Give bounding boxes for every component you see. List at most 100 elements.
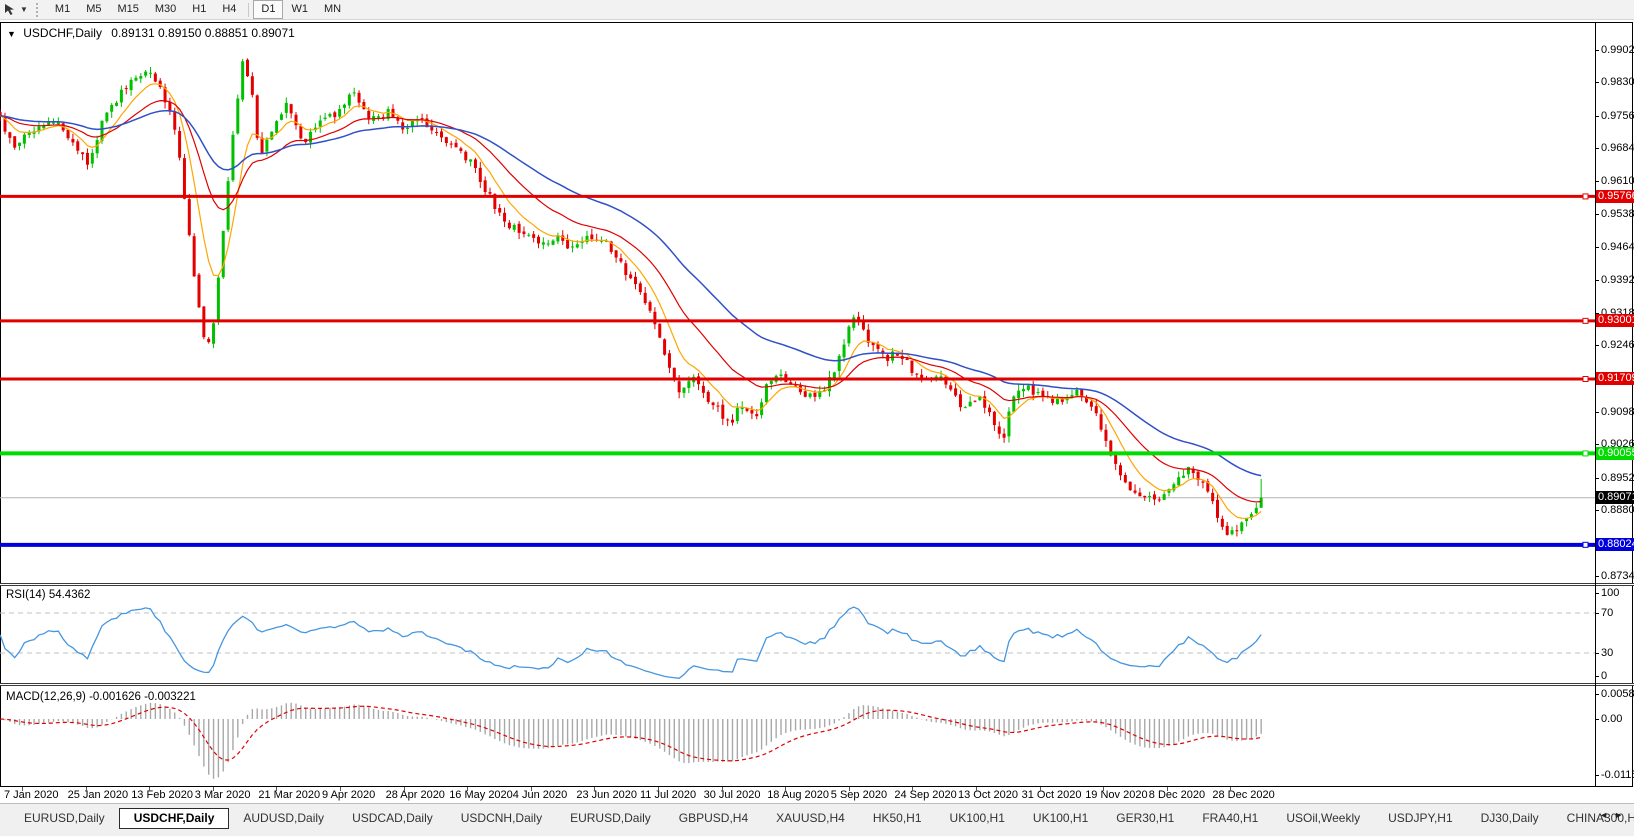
date-axis-tick [658,787,659,791]
resistance-hline-handle[interactable] [1582,317,1589,324]
chart-tab-bar: EURUSD,Daily USDCHF,Daily AUDUSD,Daily USDC… [0,803,1634,836]
date-axis-tick [1166,787,1168,791]
tab-eurusd-daily[interactable]: EURUSD,Daily [556,808,665,828]
caret-down-icon[interactable]: ▼ [20,5,28,14]
tab-usdcnh-daily[interactable]: USDCNH,Daily [447,808,556,828]
timeframe-button-h4[interactable]: H4 [214,0,244,19]
date-axis-tick [403,787,405,791]
resistance-hline-handle[interactable] [1582,375,1589,382]
support-hline-label: 0.88024 [1596,538,1634,552]
date-axis-tick [785,787,787,791]
macd-axis-tick: -0.01151 [1595,769,1634,781]
timeframe-button-m15[interactable]: M15 [109,0,146,19]
tab-usoil-weekly[interactable]: USOil,Weekly [1272,808,1374,828]
rsi-axis-tick: 0 [1595,670,1607,682]
price-axis-border [1595,22,1596,786]
price-axis-tick: 0.99020 [1595,44,1634,56]
tab-uk100-h1[interactable]: UK100,H1 [1019,808,1102,828]
tab-eurusd-daily[interactable]: EURUSD,Daily [10,808,119,828]
current-price-label: 0.89071 [1596,491,1634,505]
date-axis-label: 11 Jul 2020 [640,789,697,801]
chart-title: ▼ USDCHF,Daily 0.89131 0.89150 0.88851 0… [7,26,295,40]
timeframe-button-m1[interactable]: M1 [47,0,78,19]
date-axis-label: 30 Jul 2020 [703,789,761,801]
macd-histogram [0,702,1262,779]
price-pane-canvas[interactable] [0,22,1595,583]
price-axis-tick: 0.96100 [1595,175,1634,187]
timeframe-button-mn[interactable]: MN [316,0,349,19]
tab-usdchf-daily[interactable]: USDCHF,Daily [118,808,230,829]
price-axis-tick: 0.96840 [1595,142,1634,154]
timeframe-button-m30[interactable]: M30 [147,0,184,19]
tab-usdjpy-h1[interactable]: USDJPY,H1 [1374,808,1466,828]
timeframe-button-w1[interactable]: W1 [283,0,316,19]
date-axis-tick [149,787,151,791]
cursor-tool-icon[interactable] [3,2,19,17]
date-axis-tick [276,787,278,791]
date-axis-label: 23 Jun 2020 [576,789,637,801]
price-axis-tick: 0.92460 [1595,339,1634,351]
price-axis-tick: 0.87340 [1595,570,1634,582]
date-axis-label: 3 Mar 2020 [194,789,251,801]
date-axis-label: 8 Dec 2020 [1148,789,1206,801]
tab-scroll-right-icon[interactable]: ► [1614,810,1629,820]
tab-uk100-h1[interactable]: UK100,H1 [936,808,1019,828]
chart-ohlc-values: 0.89131 0.89150 0.88851 0.89071 [111,26,295,40]
date-axis-tick [22,787,23,791]
date-axis-tick [594,787,596,791]
macd-axis-tick: 0.005818 [1595,688,1634,700]
date-axis-tick [1103,787,1105,791]
date-axis-tick [848,787,850,791]
resistance-hline-label: 0.93001 [1596,314,1634,328]
macd-axis-tick: 0.00 [1595,713,1622,725]
rsi-axis-tick: 70 [1595,607,1613,619]
tab-scroll-arrows: ◄► [1599,810,1629,820]
date-axis-label: 18 Aug 2020 [767,789,829,801]
price-axis-tick: 0.95380 [1595,208,1634,220]
date-axis-label: 24 Sep 2020 [894,789,957,801]
tab-usdcad-daily[interactable]: USDCAD,Daily [338,808,447,828]
date-axis-label: 7 Jan 2020 [4,789,59,801]
tab-fra40-h1[interactable]: FRA40,H1 [1188,808,1272,828]
resistance-hline-label: 0.91709 [1596,372,1634,386]
date-axis-tick [212,787,214,791]
date-axis-tick [912,787,914,791]
tab-xauusd-h4[interactable]: XAUUSD,H4 [762,808,859,828]
price-axis-tick: 0.93920 [1595,274,1634,286]
date-axis-label: 28 Apr 2020 [385,789,445,801]
mt4-window: ▼ M1 M5 M15 M30 H1 H4 D1 W1 MN ▼ USDCHF,Daily 0.… [0,0,1634,836]
date-axis-tick [530,787,532,791]
date-axis-label: 19 Nov 2020 [1085,789,1148,801]
toolbar-separator [248,2,250,17]
date-axis-tick [467,787,469,791]
ma-slow-line[interactable] [0,109,1262,477]
tab-scroll-left-icon[interactable]: ◄ [1599,810,1614,820]
price-axis-tick: 0.98300 [1595,76,1634,88]
macd-pane-canvas[interactable] [0,686,1595,786]
timeframe-button-m5[interactable]: M5 [78,0,109,19]
tab-dj30-daily[interactable]: DJ30,Daily [1467,808,1553,828]
macd-indicator-label: MACD(12,26,9) -0.001626 -0.003221 [6,691,196,703]
date-axis-label: 25 Jan 2020 [67,789,129,801]
tab-hk50-h1[interactable]: HK50,H1 [859,808,936,828]
date-axis-label: 31 Oct 2020 [1021,789,1082,801]
date-axis-label: 21 Mar 2020 [258,789,321,801]
resistance-hline-handle[interactable] [1582,193,1589,200]
candlesticks [0,58,1263,537]
date-axis-label: 5 Sep 2020 [830,789,888,801]
price-axis-tick: 0.94640 [1595,241,1634,253]
ma-medium-line[interactable] [0,100,1262,503]
date-axis-label: 28 Dec 2020 [1212,789,1275,801]
timeframe-button-d1[interactable]: D1 [253,0,284,19]
support-hline-handle[interactable] [1582,450,1589,457]
date-axis-label: 4 Jun 2020 [512,789,568,801]
rsi-pane-canvas[interactable] [0,585,1595,683]
tab-gbpusd-h4[interactable]: GBPUSD,H4 [665,808,762,828]
date-axis-tick [721,787,723,791]
toolbar-grip[interactable] [35,2,41,17]
support-hline-handle[interactable] [1582,541,1589,548]
collapse-triangle-icon[interactable]: ▼ [7,29,16,39]
tab-ger30-h1[interactable]: GER30,H1 [1102,808,1188,828]
tab-audusd-daily[interactable]: AUDUSD,Daily [229,808,338,828]
timeframe-button-h1[interactable]: H1 [184,0,214,19]
